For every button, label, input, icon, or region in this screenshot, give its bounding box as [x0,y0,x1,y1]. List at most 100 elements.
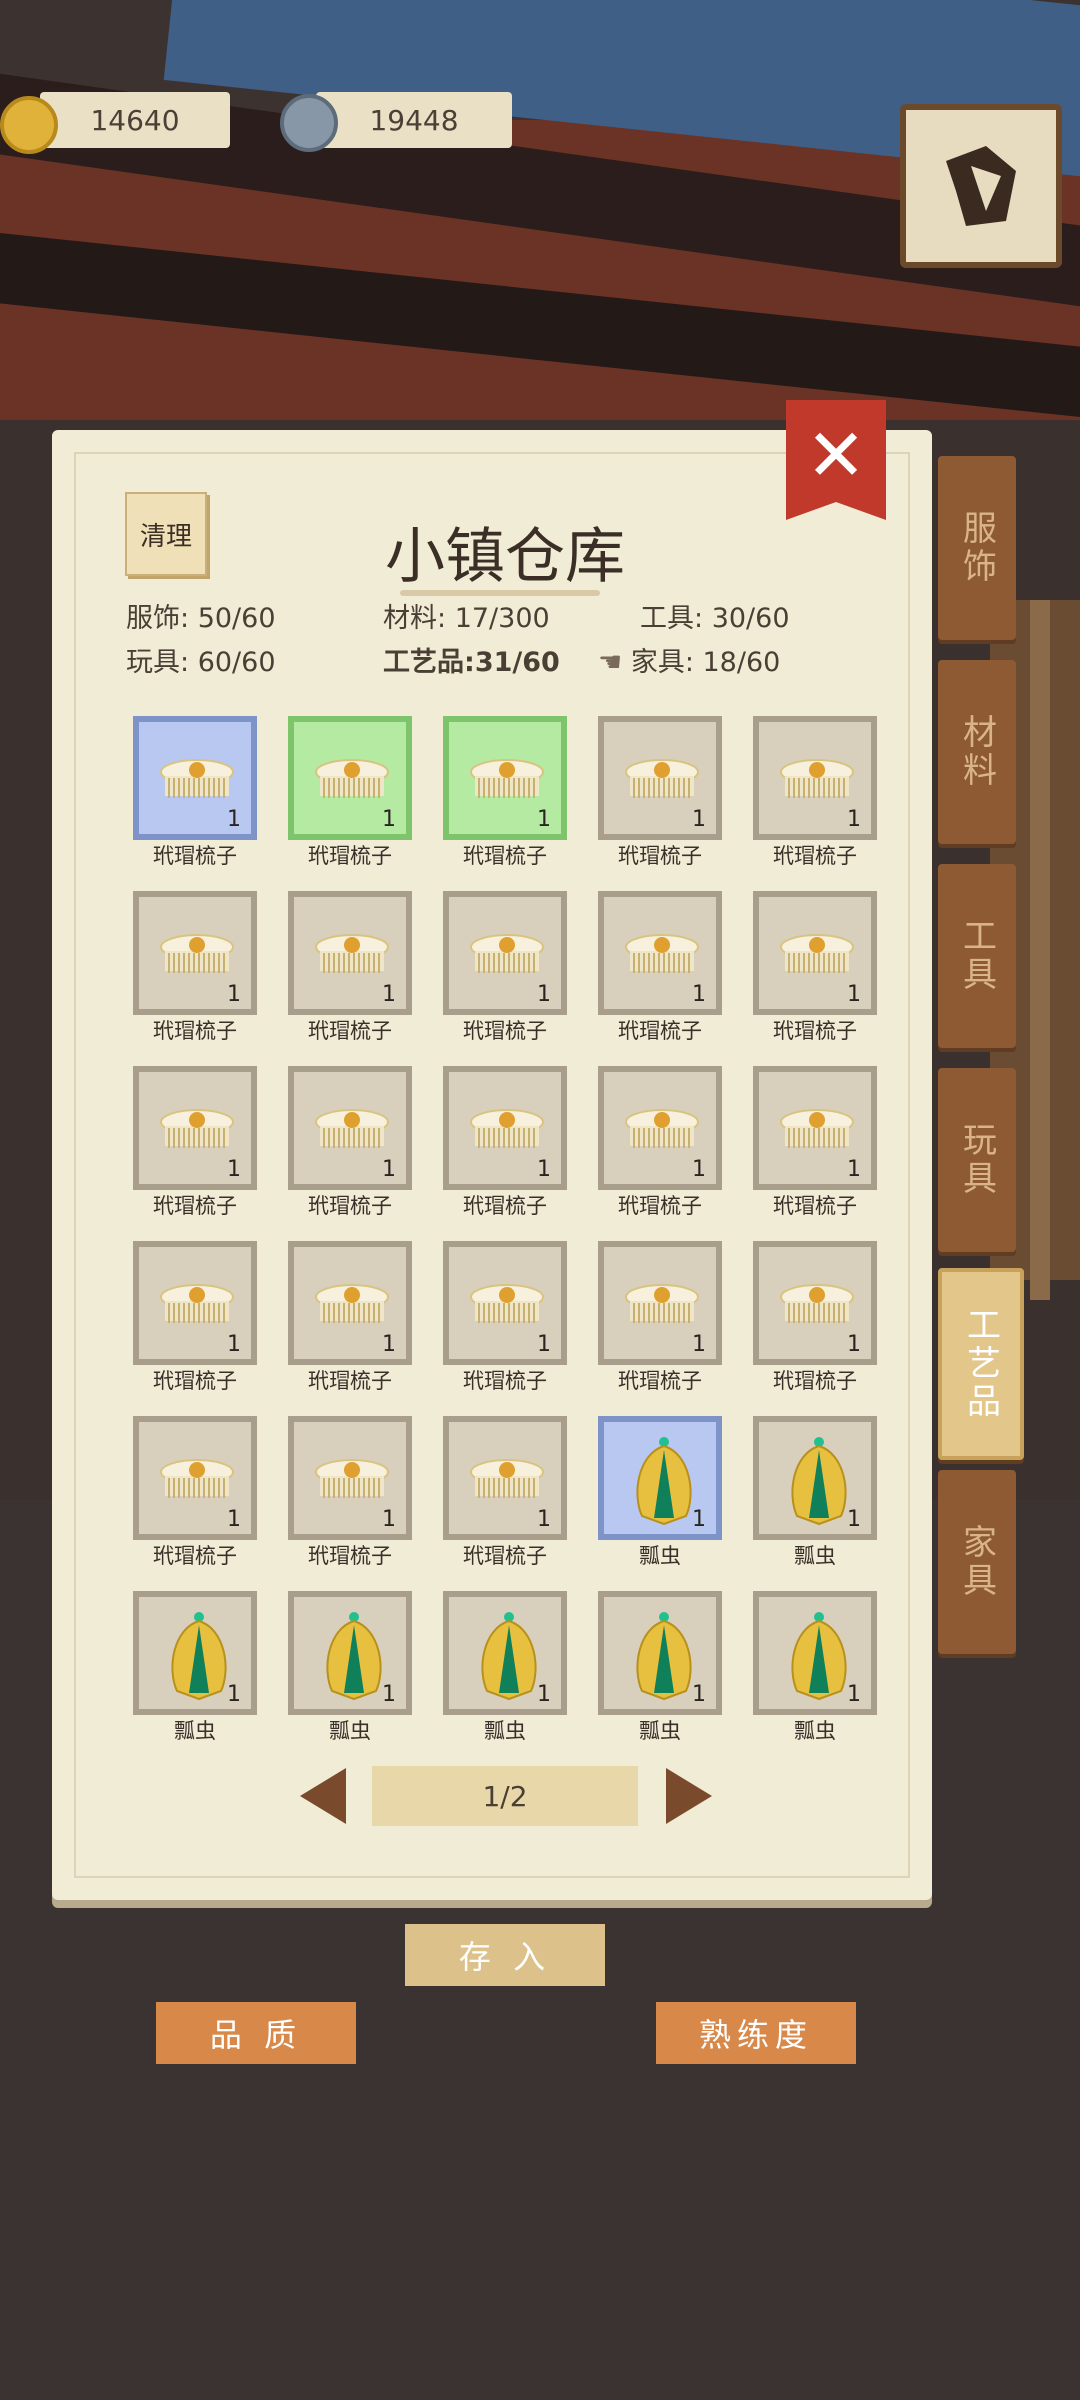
item-quantity: 1 [227,1507,241,1532]
ladybug-icon [791,1612,847,1701]
comb-icon [160,1284,234,1323]
item-quantity: 1 [692,1332,706,1357]
item-slot[interactable]: 1 玳瑁梳子 [443,1066,569,1236]
item-slot[interactable]: 1 玳瑁梳子 [753,1241,879,1411]
item-name: 玳瑁梳子 [463,1544,547,1568]
item-slot[interactable]: 1 玳瑁梳子 [753,716,879,886]
page-title: 小镇仓库 [385,522,625,592]
item-quantity: 1 [847,982,861,1007]
tab-tools[interactable]: 工具 [938,864,1016,1048]
close-icon: ✕ [805,413,867,497]
item-slot[interactable]: 1 玳瑁梳子 [753,891,879,1061]
comb-icon [315,1459,389,1498]
item-name: 瓢虫 [639,1544,681,1568]
item-name: 瓢虫 [329,1719,371,1743]
item-slot[interactable]: 1 瓢虫 [133,1591,259,1761]
item-quantity: 1 [692,1507,706,1532]
item-frame: 1 [753,1066,877,1190]
item-name: 玳瑁梳子 [153,1194,237,1218]
item-slot[interactable]: 1 玳瑁梳子 [133,891,259,1061]
item-frame: 1 [443,1066,567,1190]
comb-icon [780,1284,854,1323]
item-slot[interactable]: 1 玳瑁梳子 [288,891,414,1061]
item-slot[interactable]: 1 玳瑁梳子 [133,716,259,886]
item-frame: 1 [133,1066,257,1190]
item-slot[interactable]: 1 玳瑁梳子 [598,1241,724,1411]
gear-counter: 19448 [316,92,512,148]
item-name: 玳瑁梳子 [153,1544,237,1568]
coin-count: 14640 [90,103,180,137]
item-name: 玳瑁梳子 [153,1369,237,1393]
item-name: 玳瑁梳子 [773,1194,857,1218]
item-slot[interactable]: 1 玳瑁梳子 [288,1066,414,1236]
item-name: 玳瑁梳子 [308,1194,392,1218]
item-frame: 1 [133,1416,257,1540]
stat-crafts: 工艺品:31/60 [383,647,560,678]
item-slot[interactable]: 1 瓢虫 [753,1591,879,1761]
item-slot[interactable]: 1 瓢虫 [288,1591,414,1761]
ladybug-icon [171,1612,227,1701]
item-slot[interactable]: 1 玳瑁梳子 [443,891,569,1061]
item-frame: 1 [443,1241,567,1365]
item-quantity: 1 [692,982,706,1007]
comb-icon [470,1284,544,1323]
item-frame: 1 [753,1591,877,1715]
item-slot[interactable]: 1 瓢虫 [443,1591,569,1761]
item-quantity: 1 [847,1157,861,1182]
item-frame: 1 [443,716,567,840]
item-slot[interactable]: 1 玳瑁梳子 [288,1241,414,1411]
prev-page-button[interactable] [300,1768,346,1824]
item-slot[interactable]: 1 玳瑁梳子 [288,1416,414,1586]
item-quantity: 1 [847,1507,861,1532]
item-slot[interactable]: 1 瓢虫 [753,1416,879,1586]
tab-toys[interactable]: 玩具 [938,1068,1016,1252]
item-quantity: 1 [227,1157,241,1182]
item-frame: 1 [288,1416,412,1540]
tab-materials[interactable]: 材料 [938,660,1016,844]
item-frame: 1 [598,1241,722,1365]
deposit-button[interactable]: 存 入 [405,1924,605,1986]
tab-clothing[interactable]: 服饰 [938,456,1016,640]
tab-furniture[interactable]: 家具 [938,1470,1016,1654]
comb-icon [470,934,544,973]
item-slot[interactable]: 1 玳瑁梳子 [598,716,724,886]
tab-crafts[interactable]: 工艺品 [938,1268,1024,1460]
item-slot[interactable]: 1 玳瑁梳子 [133,1416,259,1586]
item-slot[interactable]: 1 玳瑁梳子 [753,1066,879,1236]
item-slot[interactable]: 1 玳瑁梳子 [288,716,414,886]
item-frame: 1 [598,1066,722,1190]
comb-icon [315,1284,389,1323]
item-slot[interactable]: 1 玳瑁梳子 [598,891,724,1061]
comb-icon [780,759,854,798]
item-slot[interactable]: 1 玳瑁梳子 [133,1066,259,1236]
ladybug-icon [791,1437,847,1526]
item-slot[interactable]: 1 玳瑁梳子 [133,1241,259,1411]
item-slot[interactable]: 1 瓢虫 [598,1416,724,1586]
item-slot[interactable]: 1 玳瑁梳子 [598,1066,724,1236]
item-name: 玳瑁梳子 [773,844,857,868]
item-slot[interactable]: 1 玳瑁梳子 [443,1416,569,1586]
close-button[interactable]: ✕ [786,400,886,520]
comb-icon [625,1284,699,1323]
item-quantity: 1 [382,982,396,1007]
item-quantity: 1 [227,1332,241,1357]
item-frame: 1 [133,716,257,840]
item-frame: 1 [753,891,877,1015]
item-slot[interactable]: 1 玳瑁梳子 [443,716,569,886]
gear-count: 19448 [369,103,459,137]
item-frame: 1 [288,1241,412,1365]
item-name: 玳瑁梳子 [618,1369,702,1393]
item-frame: 1 [443,891,567,1015]
item-slot[interactable]: 1 玳瑁梳子 [443,1241,569,1411]
item-name: 玳瑁梳子 [618,844,702,868]
item-name: 玳瑁梳子 [463,844,547,868]
item-slot[interactable]: 1 瓢虫 [598,1591,724,1761]
comb-icon [470,1459,544,1498]
proficiency-sort-button[interactable]: 熟练度 [656,2002,856,2064]
next-page-button[interactable] [666,1768,712,1824]
quality-sort-button[interactable]: 品 质 [156,2002,356,2064]
journal-button[interactable] [900,104,1062,268]
item-name: 玳瑁梳子 [308,1544,392,1568]
item-frame: 1 [753,716,877,840]
comb-icon [315,934,389,973]
